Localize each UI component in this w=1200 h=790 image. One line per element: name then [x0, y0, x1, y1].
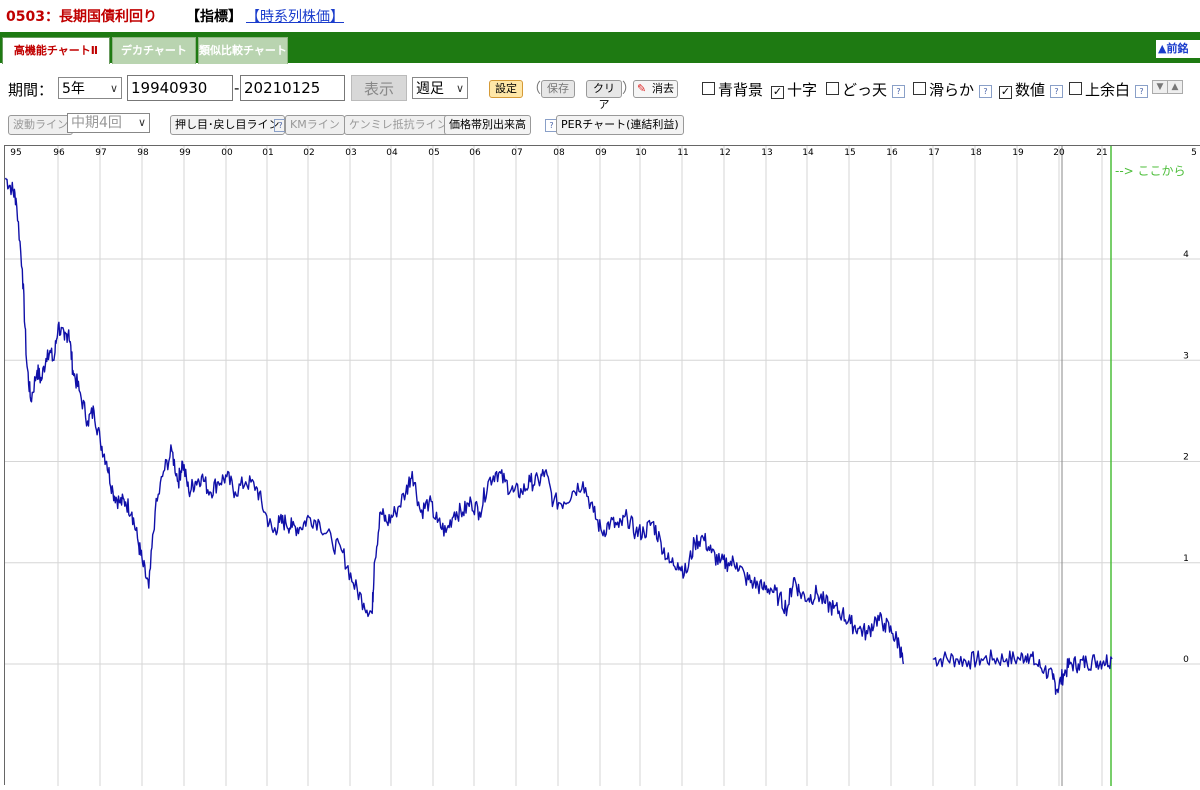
chart-area[interactable]: 95 96 97 98 99 00 01 02 03 04 05 06 07 08 09 10 11 12 13 14…	[4, 145, 1200, 786]
checkbox-label: 数値	[1015, 81, 1046, 99]
x-tick-label: 98	[137, 148, 149, 158]
pencil-icon: ✎	[637, 82, 647, 95]
interval-select[interactable]: 週足 ∨	[412, 77, 468, 99]
tab-high-function-chart[interactable]: 高機能チャートⅡ	[2, 37, 110, 64]
timeseries-link[interactable]: 【時系列株価】	[246, 6, 344, 26]
x-tick-label: 99	[179, 148, 191, 158]
checkbox-box: ✓	[771, 85, 784, 99]
checkbox-box	[913, 82, 926, 95]
checkbox-smooth[interactable]: 滑らか?	[913, 79, 993, 100]
push-back-line-button[interactable]: 押し目･戻し目ライン	[170, 115, 285, 135]
checkbox-label: 上余白	[1085, 81, 1131, 99]
x-tick-label: 01	[262, 148, 273, 158]
x-tick-label: 18	[970, 148, 982, 158]
end-date-input[interactable]: 20210125	[240, 75, 345, 101]
mid-term-select-value: 中期4回	[71, 115, 122, 131]
chevron-down-icon: ∨	[455, 82, 464, 95]
x-tick-label: 16	[886, 148, 898, 158]
y-tick-label: 4	[1183, 250, 1189, 260]
erase-button-label: 消去	[652, 82, 674, 95]
tab-similar-compare-chart[interactable]: 類似比較チャート	[198, 37, 288, 64]
checkbox-top-margin[interactable]: 上余白?	[1069, 79, 1149, 100]
start-date-input[interactable]: 19940930	[127, 75, 233, 101]
x-tick-label: 03	[345, 148, 356, 158]
save-button[interactable]: 保存	[541, 80, 575, 98]
title-row: 0503：長期国債利回り 【指標】 【時系列株価】	[0, 0, 1200, 30]
mid-term-select[interactable]: 中期4回 ∨	[67, 113, 150, 133]
help-icon[interactable]: ?	[1050, 85, 1064, 98]
x-tick-label: 07	[511, 148, 522, 158]
settings-button[interactable]: 設定	[489, 80, 523, 98]
per-chart-button[interactable]: PERチャート(連結利益)	[556, 115, 684, 135]
x-tick-label: 19	[1012, 148, 1024, 158]
x-tick-label: 05	[428, 148, 439, 158]
paren-open: （	[527, 81, 541, 97]
yield-series-line	[932, 649, 1113, 695]
period-label: 期間：	[8, 81, 54, 99]
clear-button[interactable]: クリア	[586, 80, 622, 111]
x-tick-label: 00	[221, 148, 233, 158]
display-button[interactable]: 表示	[351, 75, 407, 101]
chevron-down-icon: ∨	[137, 116, 146, 129]
x-tick-label: 08	[553, 148, 565, 158]
y-tick-label: 1	[1183, 554, 1189, 564]
date-range-dash: -	[234, 79, 240, 97]
period-select-value: 5年	[62, 81, 85, 97]
wave-line-button[interactable]: 波動ライン	[8, 115, 73, 135]
x-tick-label: 15	[844, 148, 855, 158]
km-line-button[interactable]: KMライン	[285, 115, 345, 135]
chevron-up-icon[interactable]: ▲	[1167, 80, 1183, 94]
x-tick-label: 97	[95, 148, 106, 158]
x-tick-label: 95	[10, 148, 21, 158]
x-tick-label: 02	[303, 148, 314, 158]
volume-by-price-button[interactable]: 価格帯別出来高	[444, 115, 531, 135]
interval-select-value: 週足	[416, 81, 444, 97]
checkbox-label: 青背景	[718, 81, 764, 99]
period-select[interactable]: 5年 ∨	[58, 77, 122, 99]
x-tick-label: 06	[469, 148, 481, 158]
checkbox-label: 滑らか	[929, 81, 975, 99]
x-tick-label: 5	[1191, 148, 1197, 158]
help-icon[interactable]: ?	[892, 85, 906, 98]
x-tick-label: 21	[1096, 148, 1107, 158]
tab-bar: 高機能チャートⅡ デカチャート 類似比較チャート ▲前銘	[0, 32, 1200, 64]
chevron-down-icon[interactable]: ▼	[1152, 80, 1168, 94]
y-tick-label: 3	[1183, 351, 1189, 361]
erase-button[interactable]: ✎ 消去	[633, 80, 678, 98]
help-icon[interactable]: ?	[979, 85, 993, 98]
checkbox-crosshair[interactable]: ✓ 十字	[771, 79, 817, 100]
x-tick-label: 20	[1053, 148, 1065, 158]
indicator-label: 【指標】	[186, 9, 242, 25]
help-icon[interactable]: ?	[1135, 85, 1149, 98]
checkbox-box	[1069, 82, 1082, 95]
tab-deca-chart[interactable]: デカチャート	[112, 37, 196, 64]
kenmire-line-button[interactable]: ケンミレ抵抗ライン	[344, 115, 453, 135]
checkbox-box	[702, 82, 715, 95]
checkbox-box	[826, 82, 839, 95]
checkbox-label: 十字	[787, 81, 818, 99]
x-tick-label: 09	[595, 148, 607, 158]
x-tick-label: 13	[761, 148, 772, 158]
yield-chart[interactable]: 95 96 97 98 99 00 01 02 03 04 05 06 07 08 09 10 11 12 13 14…	[4, 146, 1200, 786]
y-tick-label: 0	[1183, 655, 1189, 665]
x-tick-label: 96	[53, 148, 65, 158]
checkbox-blue-bg[interactable]: 青背景	[702, 79, 763, 100]
checkbox-dotten[interactable]: どっ天?	[826, 79, 906, 100]
chevron-down-icon: ∨	[109, 82, 118, 95]
x-tick-label: 12	[719, 148, 730, 158]
y-tick-label: 2	[1183, 453, 1189, 463]
x-tick-label: 10	[635, 148, 647, 158]
checkbox-box: ✓	[999, 85, 1012, 99]
x-tick-label: 04	[386, 148, 398, 158]
prev-symbol-button[interactable]: ▲前銘	[1156, 40, 1200, 58]
checkbox-label: どっ天	[842, 81, 888, 99]
annotation-label: --> ここから	[1115, 164, 1186, 178]
x-tick-label: 17	[928, 148, 939, 158]
x-tick-label: 14	[802, 148, 814, 158]
x-tick-label: 11	[677, 148, 688, 158]
checkbox-values[interactable]: ✓ 数値?	[999, 79, 1064, 100]
yield-series-line	[4, 177, 904, 665]
page-title: 0503：長期国債利回り	[6, 9, 157, 25]
